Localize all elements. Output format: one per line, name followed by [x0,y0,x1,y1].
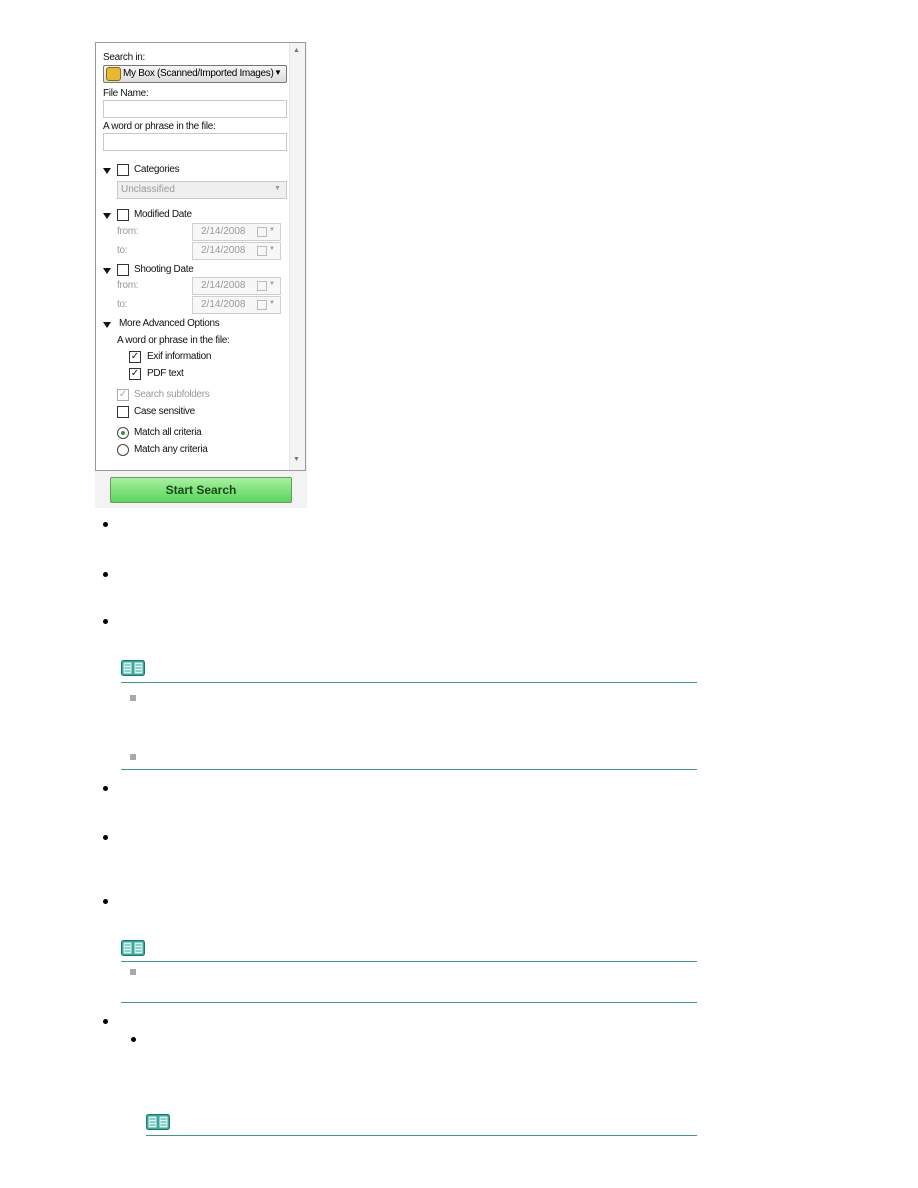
scroll-up-icon[interactable]: ▲ [293,47,300,54]
advanced-options-label[interactable]: More Advanced Options [119,318,220,329]
page: ▲ ▼ Search in: My Box (Scanned/Imported … [0,0,918,1188]
shooting-to-date[interactable]: 2/14/2008 ▼ [192,296,281,314]
chevron-down-icon: ▼ [274,185,281,192]
search-in-label: Search in: [103,52,146,63]
expand-triangle-icon[interactable] [103,268,111,274]
book-icon [121,660,145,676]
date-value: 2/14/2008 [201,299,246,310]
categories-dropdown[interactable]: Unclassified ▼ [117,181,287,199]
note-bullet [130,754,136,760]
exif-checkbox[interactable]: ✓ [129,351,141,363]
bullet [103,786,108,791]
match-any-radio[interactable] [117,444,129,456]
start-search-button[interactable]: Start Search [110,477,292,503]
expand-triangle-icon[interactable] [103,168,111,174]
calendar-icon [257,227,267,237]
expand-triangle-icon[interactable] [103,322,111,328]
radio-dot [121,431,125,435]
book-icon [146,1114,170,1130]
note-bullet [130,695,136,701]
search-in-dropdown[interactable]: My Box (Scanned/Imported Images) ▼ [103,65,287,83]
calendar-icon [257,246,267,256]
chevron-down-icon: ▼ [269,227,275,233]
note-divider [121,682,697,683]
to-label: to: [117,245,128,256]
chevron-down-icon: ▼ [269,300,275,306]
chevron-down-icon: ▼ [274,68,282,77]
note-divider [121,1002,697,1003]
expand-triangle-icon[interactable] [103,213,111,219]
file-name-input[interactable] [103,100,287,118]
modified-date-label: Modified Date [134,209,192,220]
box-icon [106,67,121,81]
phrase-input[interactable] [103,133,287,151]
subfolders-checkbox[interactable]: ✓ [117,389,129,401]
match-any-label: Match any criteria [134,444,208,455]
shooting-date-checkbox[interactable] [117,264,129,276]
categories-checkbox[interactable] [117,164,129,176]
file-name-label: File Name: [103,88,149,99]
categories-label: Categories [134,164,180,175]
pdf-checkbox[interactable]: ✓ [129,368,141,380]
from-label: from: [117,226,139,237]
scrollbar[interactable] [289,43,305,470]
shooting-from-date[interactable]: 2/14/2008 ▼ [192,277,281,295]
exif-label: Exif information [147,351,212,362]
scroll-down-icon[interactable]: ▼ [293,456,300,463]
calendar-icon [257,281,267,291]
from-label: from: [117,280,139,291]
modified-from-date[interactable]: 2/14/2008 ▼ [192,223,281,241]
categories-value: Unclassified [121,184,175,195]
modified-to-date[interactable]: 2/14/2008 ▼ [192,242,281,260]
pdf-label: PDF text [147,368,184,379]
search-in-value: My Box (Scanned/Imported Images) [123,68,274,79]
note-bullet [130,969,136,975]
chevron-down-icon: ▼ [269,246,275,252]
match-all-label: Match all criteria [134,427,202,438]
bullet [103,619,108,624]
date-value: 2/14/2008 [201,226,246,237]
note-divider [121,961,697,962]
subfolders-label: Search subfolders [134,389,210,400]
calendar-icon [257,300,267,310]
book-icon [121,940,145,956]
chevron-down-icon: ▼ [269,281,275,287]
case-sensitive-checkbox[interactable] [117,406,129,418]
note-divider [146,1135,697,1136]
bullet [103,835,108,840]
date-value: 2/14/2008 [201,245,246,256]
phrase-label: A word or phrase in the file: [103,121,216,132]
modified-date-checkbox[interactable] [117,209,129,221]
bullet [131,1037,136,1042]
note-divider [121,769,697,770]
bullet [103,522,108,527]
advanced-phrase-label: A word or phrase in the file: [117,335,230,346]
date-value: 2/14/2008 [201,280,246,291]
bullet [103,899,108,904]
shooting-date-label: Shooting Date [134,264,194,275]
to-label: to: [117,299,128,310]
bullet [103,1019,108,1024]
case-sensitive-label: Case sensitive [134,406,195,417]
bullet [103,572,108,577]
match-all-radio[interactable] [117,427,129,439]
